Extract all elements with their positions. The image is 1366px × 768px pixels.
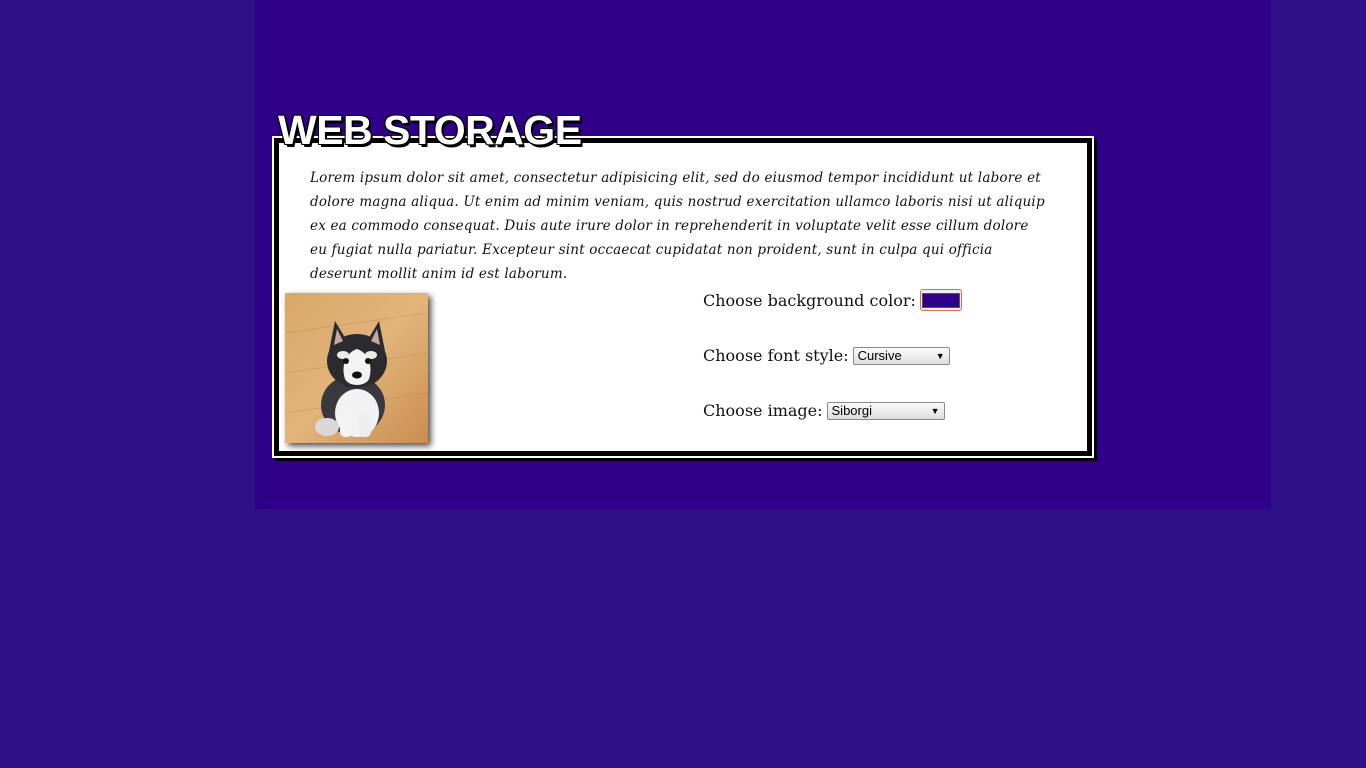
bg-color-swatch (921, 292, 960, 308)
bg-color-control: Choose background color: (703, 289, 962, 311)
bg-color-picker[interactable] (919, 289, 962, 311)
image-value: Siborgi (831, 403, 872, 418)
image-control: Choose image: Siborgi ▼ (703, 401, 945, 420)
bg-color-label: Choose background color: (703, 290, 916, 310)
image-label: Choose image: (703, 401, 823, 420)
puppy-photo-icon (285, 293, 428, 443)
puppy-image (285, 293, 428, 443)
font-style-value: Cursive (857, 348, 902, 363)
font-style-label: Choose font style: (703, 346, 849, 365)
chevron-down-icon: ▼ (930, 405, 940, 416)
font-style-control: Choose font style: Cursive ▼ (703, 346, 950, 365)
image-select[interactable]: Siborgi ▼ (826, 401, 945, 420)
page-title: WEB STORAGE (278, 107, 582, 153)
lorem-paragraph: Lorem ipsum dolor sit amet, consectetur … (310, 170, 1045, 282)
chevron-down-icon: ▼ (935, 350, 945, 361)
font-style-select[interactable]: Cursive ▼ (852, 346, 950, 365)
